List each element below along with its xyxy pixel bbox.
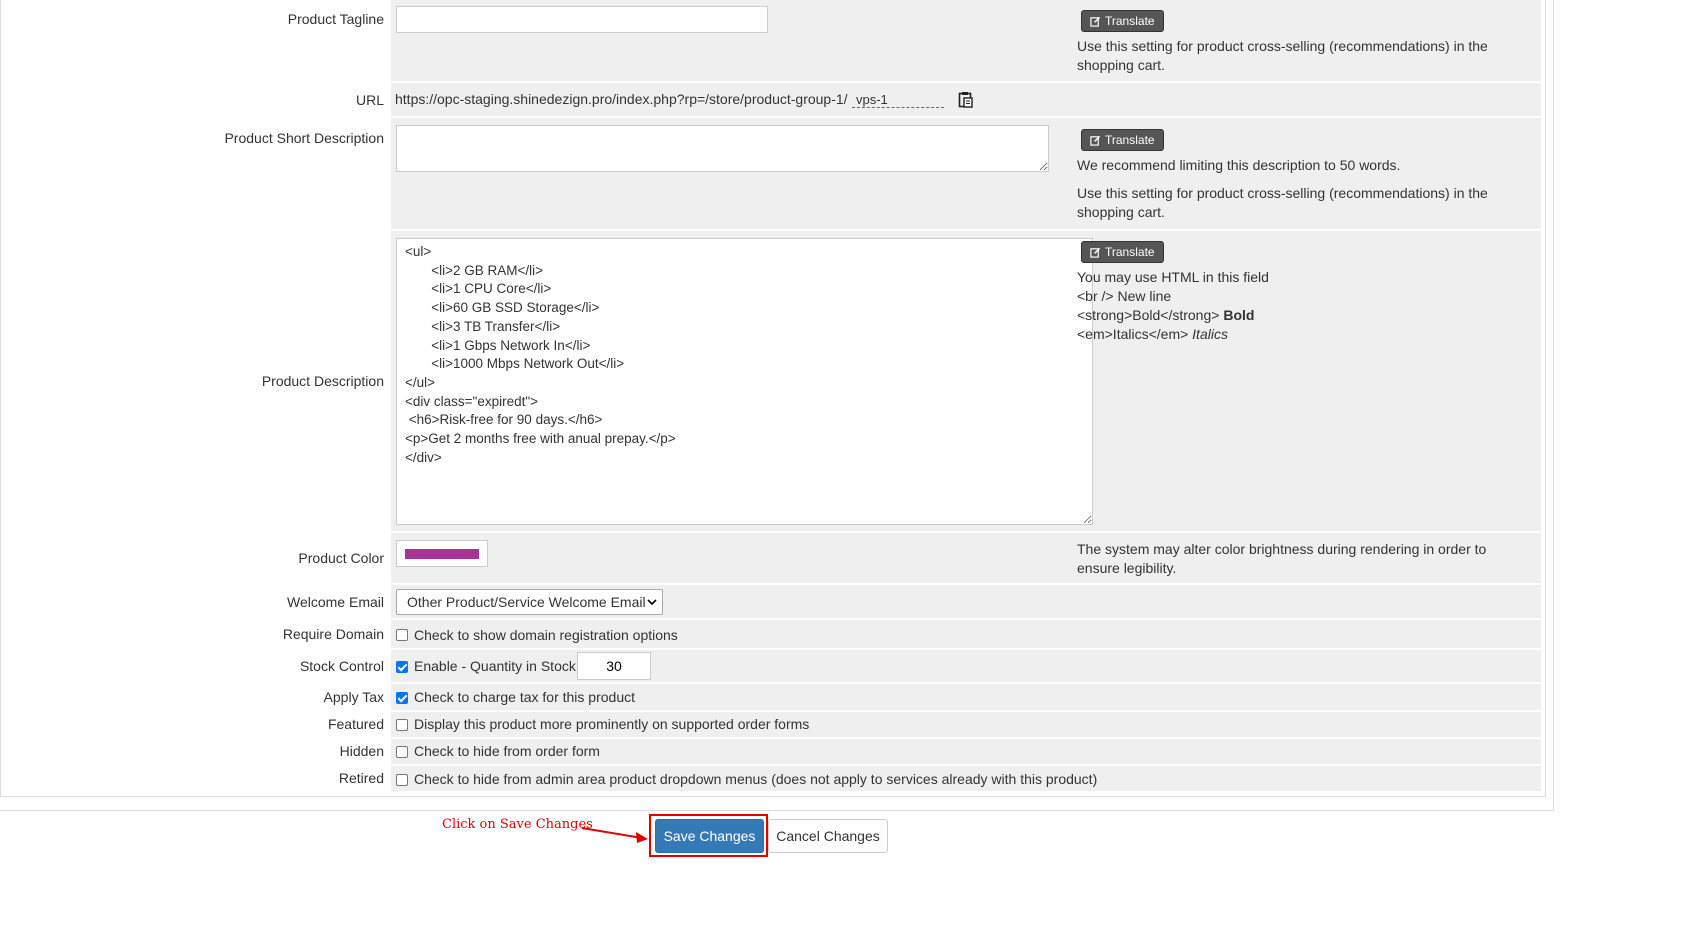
- stock-control-checkbox[interactable]: [396, 661, 408, 673]
- featured-checkbox[interactable]: [396, 719, 408, 731]
- edit-icon: [1090, 247, 1101, 258]
- html-help-strong: <strong>Bold</strong> Bold: [1077, 307, 1255, 323]
- url-prefix: https://opc-staging.shinedezign.pro/inde…: [395, 91, 848, 107]
- tagline-input[interactable]: [396, 6, 768, 33]
- edit-icon: [1090, 135, 1101, 146]
- retired-checkbox[interactable]: [396, 774, 408, 786]
- short-description-help-words: We recommend limiting this description t…: [1077, 157, 1401, 173]
- description-translate-button[interactable]: Translate: [1081, 241, 1164, 263]
- hidden-row: Hidden: [1, 739, 1541, 764]
- url-label: URL: [355, 92, 384, 108]
- apply-tax-row: Apply Tax: [1, 684, 1541, 710]
- apply-tax-text: Check to charge tax for this product: [414, 689, 635, 705]
- tagline-translate-button[interactable]: Translate: [1081, 10, 1164, 32]
- html-help-em: <em>Italics</em> Italics: [1077, 326, 1228, 342]
- require-domain-checkbox[interactable]: [396, 629, 408, 641]
- retired-label: Retired: [338, 770, 384, 786]
- color-label: Product Color: [298, 550, 384, 566]
- tagline-help: Use this setting for product cross-selli…: [1077, 38, 1488, 73]
- description-field-area: Translate You may use HTML in this field…: [391, 231, 1541, 531]
- featured-text: Display this product more prominently on…: [414, 716, 810, 732]
- color-picker[interactable]: [396, 540, 488, 567]
- description-label: Product Description: [261, 373, 384, 389]
- retired-text: Check to hide from admin area product dr…: [414, 771, 1098, 787]
- description-textarea[interactable]: [396, 238, 1093, 525]
- short-description-field-area: Translate We recommend limiting this des…: [391, 118, 1541, 229]
- html-help-em-demo: Italics: [1192, 326, 1228, 342]
- annotation-arrow: [581, 827, 648, 843]
- translate-label: Translate: [1105, 133, 1155, 147]
- chevron-down-icon: [647, 599, 657, 606]
- require-domain-text: Check to show domain registration option…: [414, 627, 678, 643]
- stock-control-row: Stock Control: [1, 650, 1541, 682]
- featured-label: Featured: [327, 716, 384, 732]
- edit-icon: [1090, 16, 1101, 27]
- url-slug-field[interactable]: vps-1: [852, 92, 944, 108]
- footer-divider: [0, 810, 1554, 811]
- cancel-changes-button[interactable]: Cancel Changes: [768, 819, 888, 853]
- html-help-br: <br /> New line: [1077, 288, 1172, 304]
- welcome-email-select[interactable]: Other Product/Service Welcome Email: [396, 589, 663, 615]
- tagline-label: Product Tagline: [287, 11, 384, 27]
- description-row: Product Description Translate You may us…: [1, 231, 1541, 531]
- description-help: You may use HTML in this field <br /> Ne…: [1077, 268, 1532, 344]
- require-domain-label: Require Domain: [282, 626, 384, 642]
- url-row: URL https://opc-staging.shinedezign.pro/…: [1, 83, 1541, 116]
- color-swatch: [405, 549, 479, 559]
- short-description-textarea[interactable]: [396, 125, 1049, 172]
- short-description-help-crosssell: Use this setting for product cross-selli…: [1077, 185, 1488, 220]
- welcome-email-selected: Other Product/Service Welcome Email: [407, 594, 646, 610]
- color-row: Product Color The system may alter color…: [1, 533, 1541, 583]
- short-description-label: Product Short Description: [224, 130, 384, 146]
- url-field-area: https://opc-staging.shinedezign.pro/inde…: [391, 83, 1541, 116]
- html-help-strong-demo: Bold: [1223, 307, 1255, 323]
- right-divider: [1553, 0, 1554, 810]
- color-help: The system may alter color brightness du…: [1077, 541, 1487, 576]
- clipboard-icon[interactable]: [958, 91, 973, 108]
- welcome-email-label: Welcome Email: [287, 594, 384, 610]
- tagline-field-area: Translate Use this setting for product c…: [391, 0, 1541, 81]
- stock-control-text: Enable - Quantity in Stock:: [414, 658, 580, 674]
- welcome-email-row: Welcome Email: [1, 585, 1541, 618]
- html-help-intro: You may use HTML in this field: [1077, 269, 1269, 285]
- apply-tax-label: Apply Tax: [323, 689, 384, 705]
- translate-label: Translate: [1105, 14, 1155, 28]
- short-description-row: Product Short Description Translate We r…: [1, 118, 1541, 229]
- annotation-text: Click on Save Changes: [442, 817, 593, 832]
- require-domain-row: Require Domain: [1, 620, 1541, 648]
- translate-label: Translate: [1105, 245, 1155, 259]
- short-description-translate-button[interactable]: Translate: [1081, 129, 1164, 151]
- apply-tax-checkbox[interactable]: [396, 692, 408, 704]
- hidden-label: Hidden: [339, 743, 384, 759]
- save-changes-button[interactable]: Save Changes: [655, 819, 764, 853]
- stock-control-label: Stock Control: [299, 658, 384, 674]
- product-details-panel: Product Tagline Translate Use this setti…: [0, 0, 1546, 797]
- tagline-row: Product Tagline Translate Use this setti…: [1, 0, 1541, 81]
- hidden-text: Check to hide from order form: [414, 743, 600, 759]
- stock-quantity-input[interactable]: [577, 652, 651, 680]
- color-field-area: The system may alter color brightness du…: [391, 533, 1541, 583]
- hidden-checkbox[interactable]: [396, 746, 408, 758]
